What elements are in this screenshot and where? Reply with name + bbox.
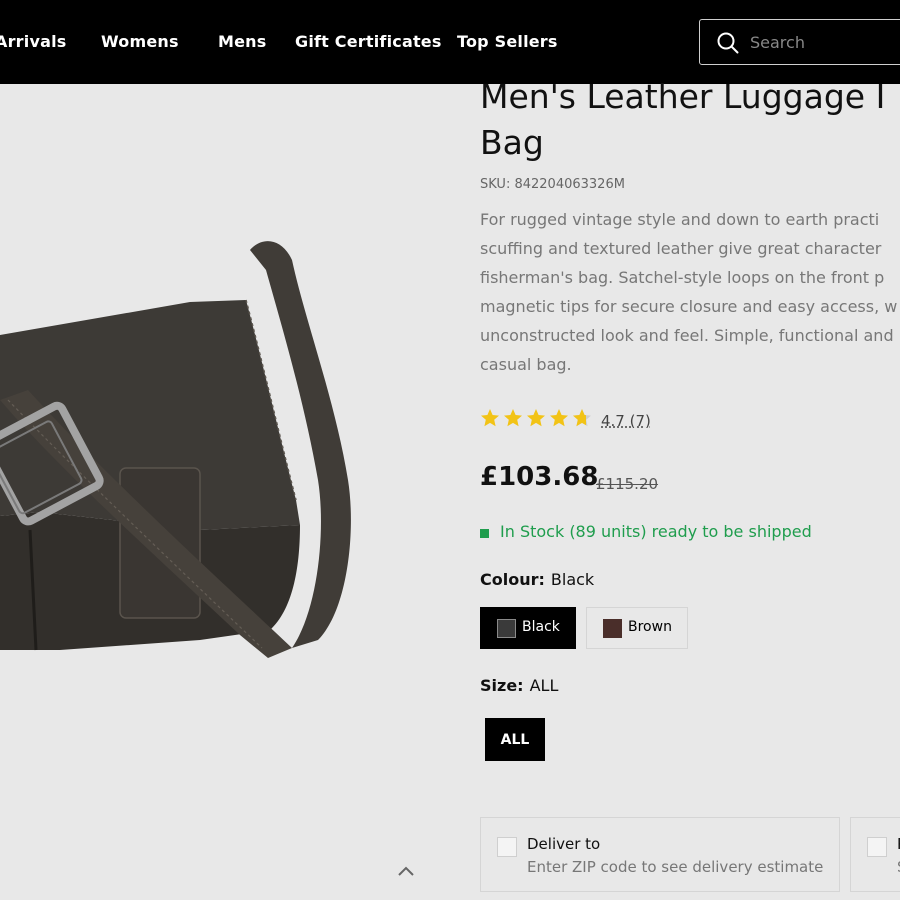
colour-label: Colour: Black — [480, 570, 594, 589]
delivery-subtitle: Enter ZIP code to see delivery estimate — [527, 858, 824, 876]
colour-swatch-brown — [603, 619, 622, 638]
star-partial-icon — [573, 409, 591, 427]
size-label: Size: ALL — [480, 676, 558, 695]
product-title-line-1: Men's Leather Luggage I — [480, 77, 886, 116]
search-input[interactable] — [750, 28, 900, 56]
pickup-checkbox[interactable] — [867, 837, 887, 857]
description-line: casual bag. — [480, 355, 572, 374]
rating-reviews-link[interactable]: 4.7 (7) — [601, 412, 651, 430]
colour-label-text: Colour: — [480, 570, 545, 589]
nav-item-arrivals[interactable]: Arrivals — [0, 32, 66, 51]
product-sku: SKU: 842204063326M — [480, 177, 625, 192]
nav-item-gift-certificates[interactable]: Gift Certificates — [295, 32, 442, 51]
search-box[interactable] — [699, 19, 900, 65]
product-description: For rugged vintage style and down to ear… — [480, 205, 900, 379]
description-line: magnetic tips for secure closure and eas… — [480, 297, 898, 316]
in-stock-icon — [480, 529, 489, 538]
colour-option-black[interactable]: Black — [480, 607, 576, 649]
search-icon[interactable] — [716, 31, 740, 55]
size-selected-value: ALL — [529, 676, 559, 695]
delivery-title: Deliver to — [527, 835, 601, 853]
nav-item-top-sellers[interactable]: Top Sellers — [457, 32, 558, 51]
colour-swatch-black — [497, 619, 516, 638]
product-price: £103.68 — [480, 462, 599, 492]
size-option-all[interactable]: ALL — [485, 718, 545, 761]
description-line: unconstructed look and feel. Simple, fun… — [480, 326, 894, 345]
star-full-icon — [527, 409, 545, 427]
product-image-leather-bag — [0, 241, 351, 658]
size-label-text: Size: — [480, 676, 524, 695]
colour-option-label: Black — [522, 619, 560, 635]
star-full-icon — [550, 409, 568, 427]
sku-label: SKU: — [480, 177, 511, 192]
delivery-option-card[interactable]: Deliver to Enter ZIP code to see deliver… — [480, 817, 840, 892]
product-title-line-2: Bag — [480, 123, 544, 162]
chevron-up-icon[interactable] — [396, 862, 416, 882]
colour-option-brown[interactable]: Brown — [586, 607, 688, 649]
header-bar: Arrivals Womens Mens Gift Certificates T… — [0, 0, 900, 84]
colour-option-label: Brown — [628, 619, 672, 635]
nav-item-mens[interactable]: Mens — [218, 32, 267, 51]
nav-item-womens[interactable]: Womens — [101, 32, 179, 51]
star-full-icon — [504, 409, 522, 427]
delivery-checkbox[interactable] — [497, 837, 517, 857]
description-line: fisherman's bag. Satchel-style loops on … — [480, 268, 885, 287]
colour-selected-value: Black — [550, 570, 595, 589]
product-old-price: £115.20 — [596, 475, 659, 493]
sku-value: 842204063326M — [514, 177, 625, 192]
description-line: For rugged vintage style and down to ear… — [480, 210, 880, 229]
description-line: scuffing and textured leather give great… — [480, 239, 882, 258]
star-full-icon — [481, 409, 499, 427]
pickup-option-card[interactable]: P S — [850, 817, 900, 892]
product-title: Men's Leather Luggage I Bag — [480, 74, 900, 166]
stock-status: In Stock (89 units) ready to be shipped — [500, 522, 812, 541]
